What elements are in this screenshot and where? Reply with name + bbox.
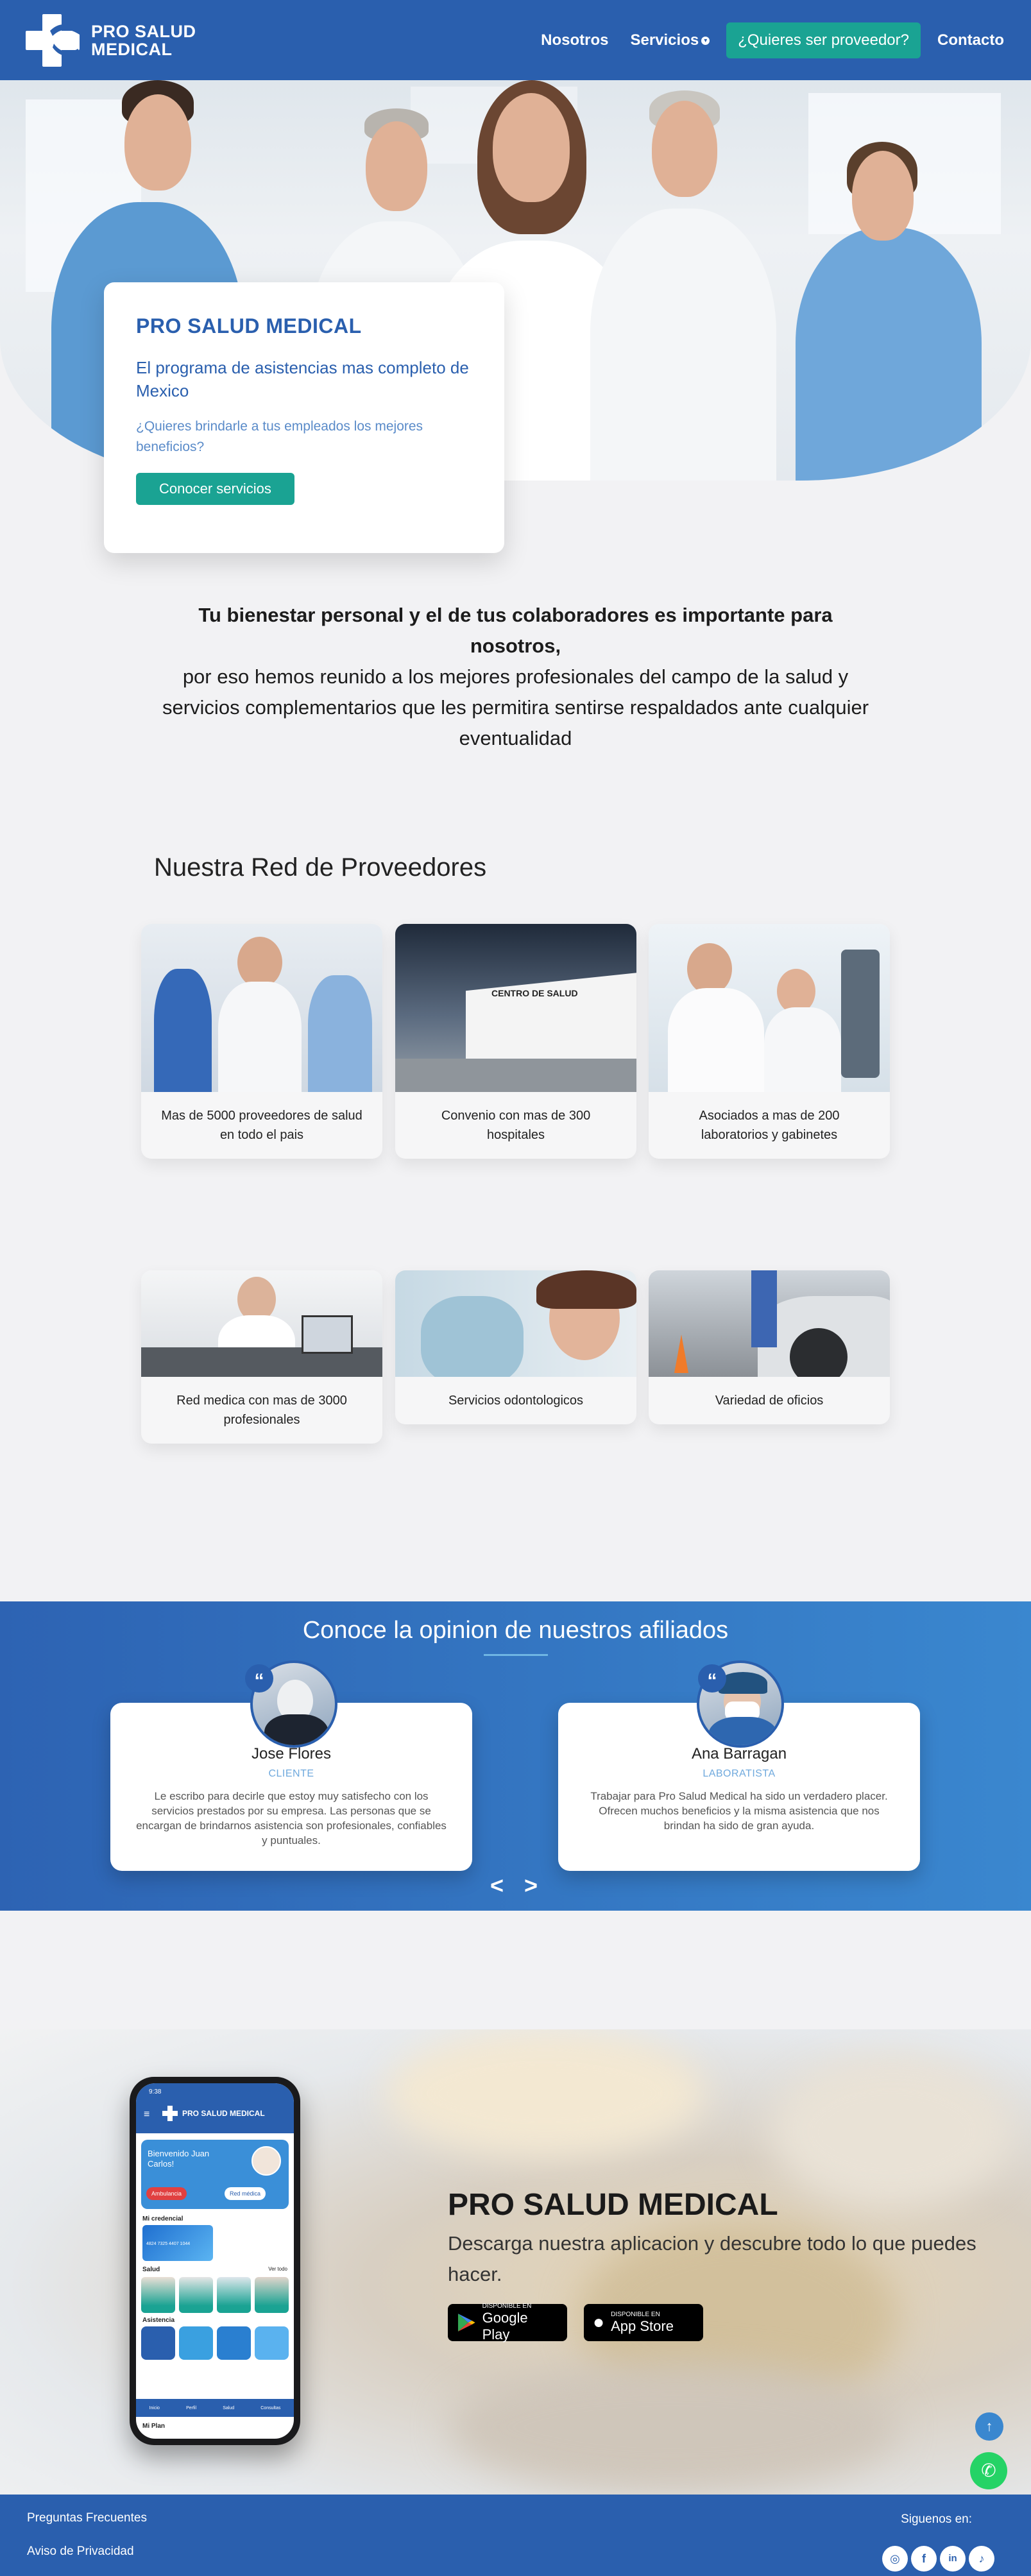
provider-card[interactable]: Mas de 5000 proveedores de salud en todo… [141,924,382,1159]
doctors-team-image [141,924,382,1092]
app-subtitle: Descarga nuestra aplicacion y descubre t… [448,2232,976,2285]
provider-caption: Variedad de oficios [715,1394,824,1408]
faq-link[interactable]: Preguntas Frecuentes [27,2511,147,2525]
cross-logo-icon [162,2105,178,2122]
phone-mockup: 9:38 ≡ PRO SALUD MEDICAL Bienvenido Juan… [130,2077,300,2445]
prev-arrow-icon[interactable]: < [490,1872,504,1899]
avatar [251,2146,281,2176]
tab-consultas[interactable]: Consultas [260,2406,280,2410]
app-screen: 9:38 ≡ PRO SALUD MEDICAL Bienvenido Juan… [136,2083,294,2439]
carousel-controls: < > [490,1872,538,1899]
app-tab-bar: Inicio Perfil Salud Consultas [136,2399,294,2417]
provider-caption: Mas de 5000 proveedores de salud en todo… [161,1109,362,1142]
follow-label: Siguenos en: [901,2512,972,2526]
app-greeting: Bienvenido Juan Carlos! [148,2149,210,2169]
intro-bold: Tu bienestar personal y el de tus colabo… [198,604,833,657]
conocer-servicios-button[interactable]: Conocer servicios [136,473,294,505]
doctor-office-image [141,1270,382,1377]
app-title: PRO SALUD MEDICAL [448,2188,778,2222]
tiktok-icon[interactable]: ♪ [969,2546,994,2572]
brand-name: PRO SALUD MEDICAL [91,21,196,59]
top-navbar: PRO SALUD MEDICAL Nosotros Servicios ▾ ¿Q… [0,0,1031,80]
scroll-top-icon[interactable]: ↑ [975,2412,1003,2441]
chevron-down-icon: ▾ [701,36,710,45]
medical-network-button[interactable]: Red médica [225,2187,266,2200]
provider-caption: Red medica con mas de 3000 profesionales [176,1394,347,1427]
providers-title: Nuestra Red de Proveedores [154,853,487,882]
quote-icon: “ [698,1664,726,1693]
apple-icon: ● [593,2312,605,2333]
menu-icon: ≡ [144,2109,150,2120]
ambulance-button[interactable]: Ambulancia [146,2187,187,2200]
testimonial-text: Trabajar para Pro Salud Medical ha sido … [590,1790,888,1832]
nav-proveedor-button[interactable]: ¿Quieres ser proveedor? [726,22,921,58]
main-menu: Nosotros Servicios ▾ ¿Quieres ser proveed… [536,22,1009,58]
intro-text: Tu bienestar personal y el de tus colabo… [154,600,877,754]
assistance-label: Asistencia [142,2317,175,2324]
google-play-small: DISPONIBLE EN [482,2302,532,2310]
provider-card[interactable]: Variedad de oficios [649,1270,890,1424]
app-header-title: PRO SALUD MEDICAL [182,2109,265,2118]
app-store-small: DISPONIBLE EN [611,2310,660,2318]
privacy-link[interactable]: Aviso de Privacidad [27,2545,134,2559]
testimonial-text: Le escribo para decirle que estoy muy sa… [136,1790,447,1847]
tab-perfil[interactable]: Perfil [186,2406,196,2410]
cross-logo-icon [24,12,83,69]
testimonials-section: Conoce la opinion de nuestros afiliados … [0,1601,1031,1911]
testimonial-role: CLIENTE [268,1768,314,1779]
linkedin-icon[interactable]: in [940,2546,966,2572]
plan-label: Mi Plan [142,2423,166,2430]
footer: Preguntas Frecuentes Aviso de Privacidad… [0,2495,1031,2576]
provider-caption: Servicios odontologicos [448,1394,584,1408]
quote-icon: “ [245,1664,273,1693]
testimonial-role: LABORATISTA [703,1768,776,1779]
phone-time: 9:38 [149,2088,162,2095]
provider-caption: Asociados a mas de 200 laboratorios y ga… [699,1109,840,1142]
google-play-button[interactable]: DISPONIBLE EN Google Play [448,2302,567,2342]
google-play-label: Google Play [482,2309,528,2342]
tab-salud[interactable]: Salud [223,2406,234,2410]
laboratory-image [649,924,890,1092]
facebook-icon[interactable]: f [911,2546,937,2572]
nav-servicios[interactable]: Servicios ▾ [625,28,715,53]
dentist-image [395,1270,636,1377]
app-download-section: 9:38 ≡ PRO SALUD MEDICAL Bienvenido Juan… [0,2029,1031,2495]
intro-rest: por eso hemos reunido a los mejores prof… [162,665,869,749]
nav-nosotros[interactable]: Nosotros [536,28,613,53]
provider-card[interactable]: Servicios odontologicos [395,1270,636,1424]
see-all-link[interactable]: Ver todo [268,2266,287,2273]
health-label: Salud [142,2266,160,2273]
provider-card[interactable]: Red medica con mas de 3000 profesionales [141,1270,382,1444]
hero-card: PRO SALUD MEDICAL El programa de asisten… [104,282,504,553]
next-arrow-icon[interactable]: > [524,1872,538,1899]
app-store-button[interactable]: ● DISPONIBLE EN App Store [584,2304,703,2341]
testimonial-name: Jose Flores [251,1745,332,1762]
provider-card[interactable]: Asociados a mas de 200 laboratorios y ga… [649,924,890,1159]
hero-title: PRO SALUD MEDICAL [136,314,362,337]
credential-card[interactable]: 4824 7325 4407 1044 [142,2225,213,2261]
hero-subtitle: El programa de asistencias mas completo … [136,358,469,400]
nav-contacto[interactable]: Contacto [932,28,1009,53]
whatsapp-icon[interactable]: ✆ [970,2452,1007,2489]
instagram-icon[interactable]: ◎ [882,2546,908,2572]
testimonial-name: Ana Barragan [691,1745,787,1762]
tab-inicio[interactable]: Inicio [149,2406,160,2410]
app-store-label: App Store [611,2317,674,2334]
title-underline [484,1654,548,1656]
brand-logo[interactable]: PRO SALUD MEDICAL [24,12,196,69]
hospital-building-image: CENTRO DE SALUD [395,924,636,1092]
mechanic-image [649,1270,890,1377]
provider-caption: Convenio con mas de 300 hospitales [441,1109,591,1142]
google-play-icon [457,2314,475,2332]
hero-question: ¿Quieres brindarle a tus empleados los m… [136,419,423,454]
credential-label: Mi credencial [142,2215,183,2222]
provider-card[interactable]: CENTRO DE SALUD Convenio con mas de 300 … [395,924,636,1159]
testimonials-title: Conoce la opinion de nuestros afiliados [302,1617,729,1644]
